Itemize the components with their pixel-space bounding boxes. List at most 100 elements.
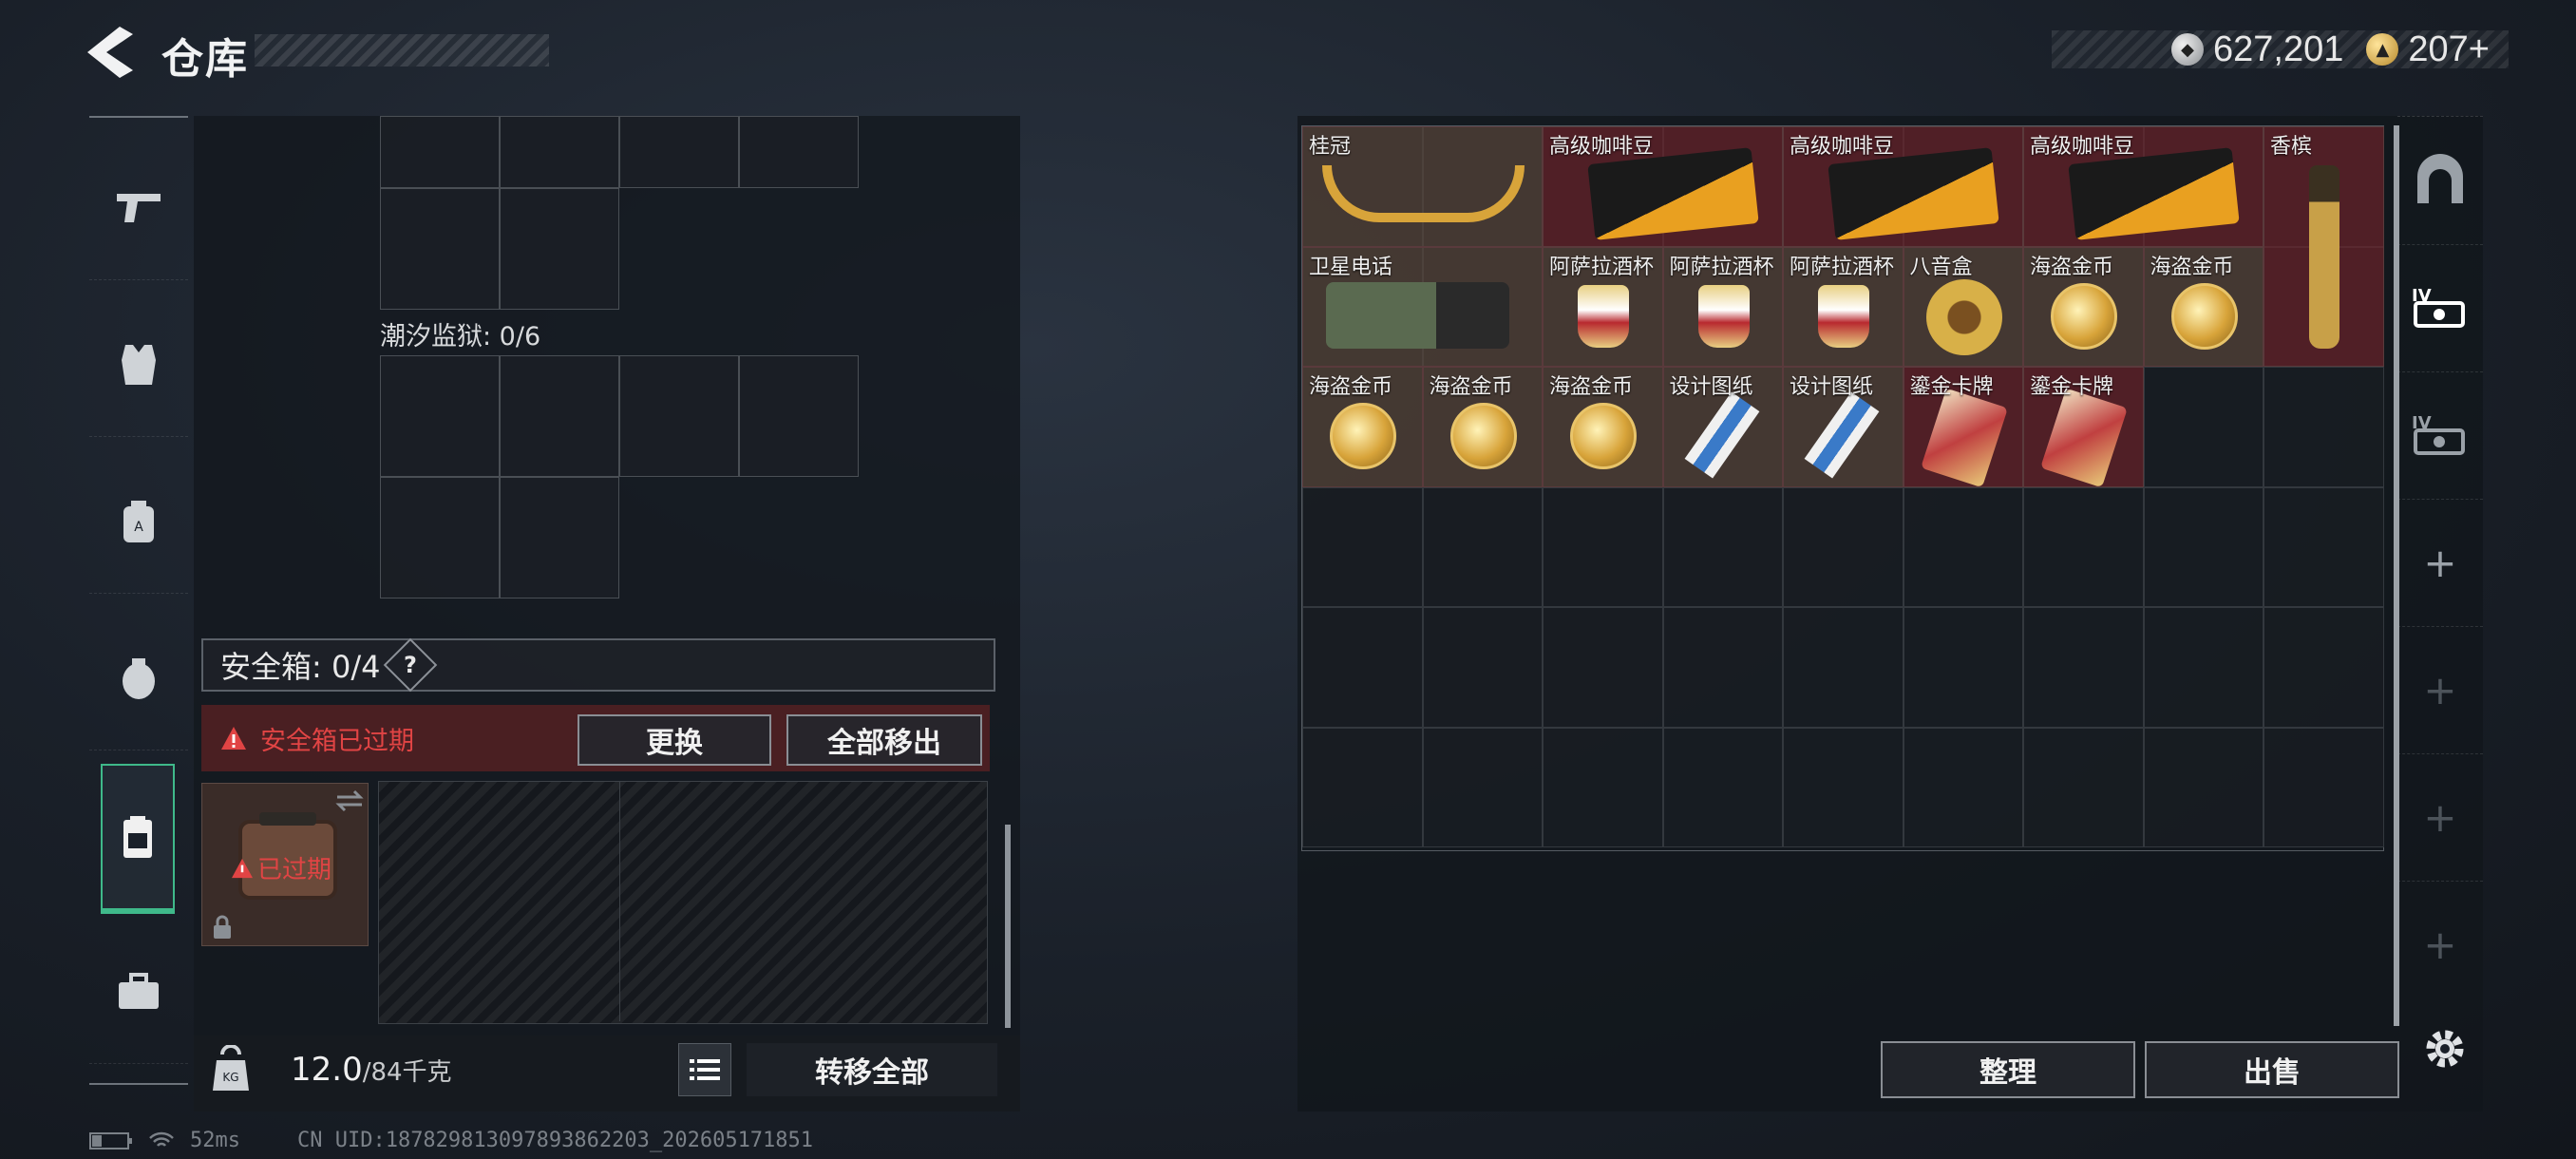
stash-item[interactable]: 卫星电话 bbox=[1302, 246, 1543, 367]
category-sidebar: A bbox=[89, 116, 188, 1085]
stash-item[interactable]: 海盗金币 bbox=[2143, 246, 2263, 367]
stash-slot[interactable] bbox=[2263, 607, 2384, 728]
gold-currency-value[interactable]: 207+ bbox=[2408, 29, 2490, 70]
gun-icon bbox=[117, 194, 161, 222]
replace-button[interactable]: 更换 bbox=[578, 714, 771, 766]
stash-item[interactable]: 海盗金币 bbox=[1543, 367, 1663, 487]
stash-slot[interactable] bbox=[2023, 607, 2144, 728]
stash-item[interactable]: 海盗金币 bbox=[1302, 367, 1423, 487]
stash-slot[interactable] bbox=[1422, 607, 1543, 728]
sell-button[interactable]: 出售 bbox=[2145, 1041, 2399, 1098]
slot[interactable] bbox=[380, 188, 500, 310]
help-button[interactable]: ? bbox=[384, 637, 438, 693]
slot[interactable] bbox=[380, 116, 500, 188]
stash-slot[interactable] bbox=[2263, 486, 2384, 607]
slot[interactable] bbox=[739, 116, 859, 188]
stash-slot[interactable] bbox=[1543, 607, 1663, 728]
stash-item[interactable]: 桂冠 bbox=[1302, 126, 1543, 247]
stash-slot[interactable] bbox=[1302, 607, 1423, 728]
stash-item[interactable]: 香槟 bbox=[2263, 126, 2384, 367]
sidebar-item-backpack[interactable] bbox=[89, 607, 188, 750]
slot[interactable] bbox=[500, 355, 619, 477]
sort-button[interactable]: 整理 bbox=[1881, 1041, 2135, 1098]
toolbox-icon bbox=[119, 973, 159, 1009]
stash-scrollbar[interactable] bbox=[2394, 125, 2399, 1026]
stash-slot[interactable] bbox=[2023, 727, 2144, 847]
add-stash-tab-button-disabled: + bbox=[2397, 626, 2483, 754]
stash-tab-2[interactable]: IV bbox=[2397, 244, 2483, 372]
stash-item[interactable]: 阿萨拉酒杯 bbox=[1783, 246, 1904, 367]
slot[interactable] bbox=[380, 477, 500, 598]
stash-slot[interactable] bbox=[1783, 727, 1904, 847]
stash-tab-3[interactable]: IV bbox=[2397, 371, 2483, 500]
list-view-button[interactable] bbox=[678, 1043, 731, 1096]
stash-item[interactable]: 高级咖啡豆 bbox=[2023, 126, 2263, 247]
sidebar-item-safe-box[interactable] bbox=[101, 764, 175, 914]
stash-item[interactable]: 高级咖啡豆 bbox=[1543, 126, 1783, 247]
stash-tab-1[interactable] bbox=[2397, 117, 2483, 245]
stash-item[interactable]: 设计图纸 bbox=[1783, 367, 1904, 487]
slot[interactable] bbox=[380, 355, 500, 477]
stash-slot[interactable] bbox=[1783, 486, 1904, 607]
sidebar-item-chest-rig[interactable]: A bbox=[89, 450, 188, 594]
stash-item[interactable]: 海盗金币 bbox=[1422, 367, 1543, 487]
safe-case-slot[interactable]: 已过期 bbox=[201, 783, 369, 946]
stash-slot[interactable] bbox=[2263, 367, 2384, 487]
stash-slot[interactable] bbox=[1662, 486, 1783, 607]
pirate-coin-image bbox=[1330, 403, 1397, 470]
stash-item[interactable]: 鎏金卡牌 bbox=[2023, 367, 2144, 487]
stash-item-name: 高级咖啡豆 bbox=[2030, 135, 2135, 159]
sidebar-item-weapons[interactable] bbox=[89, 137, 188, 280]
stash-slot[interactable] bbox=[2143, 607, 2263, 728]
swap-icon[interactable] bbox=[335, 789, 364, 812]
safe-box-slot[interactable] bbox=[379, 782, 620, 1021]
stash-item[interactable]: 高级咖啡豆 bbox=[1783, 126, 2023, 247]
stash-slot[interactable] bbox=[2263, 727, 2384, 847]
stash-slot[interactable] bbox=[1903, 607, 2023, 728]
left-scrollbar[interactable] bbox=[1005, 825, 1011, 1028]
stash-item[interactable]: 八音盒 bbox=[1903, 246, 2023, 367]
add-stash-tab-button[interactable]: + bbox=[2397, 499, 2483, 627]
sidebar-item-armor[interactable] bbox=[89, 294, 188, 437]
transfer-all-button[interactable]: 转移全部 bbox=[747, 1043, 997, 1096]
slot[interactable] bbox=[619, 355, 739, 477]
stash-item[interactable]: 设计图纸 bbox=[1662, 367, 1783, 487]
stash-slot[interactable] bbox=[1662, 727, 1783, 847]
pirate-coin-image bbox=[1570, 403, 1638, 470]
stash-slot[interactable] bbox=[1662, 607, 1783, 728]
stash-slot[interactable] bbox=[1302, 486, 1423, 607]
stash-grid[interactable]: 桂冠 高级咖啡豆 高级咖啡豆 高级咖啡豆 香槟 卫星电话 阿萨拉酒杯 阿萨拉酒杯 阿萨拉酒杯 八音… bbox=[1301, 125, 2384, 851]
container-level-4-icon: IV bbox=[2412, 286, 2465, 328]
safe-box-grid[interactable] bbox=[378, 781, 988, 1024]
stash-item-name: 海盗金币 bbox=[1549, 375, 1634, 399]
sidebar-item-toolbox[interactable] bbox=[89, 921, 188, 1064]
back-arrow-icon[interactable] bbox=[84, 25, 141, 80]
stash-item[interactable]: 阿萨拉酒杯 bbox=[1543, 246, 1663, 367]
stash-slot[interactable] bbox=[1302, 727, 1423, 847]
weight-max: /84千克 bbox=[362, 1058, 452, 1087]
stash-slot[interactable] bbox=[1543, 727, 1663, 847]
slot[interactable] bbox=[500, 477, 619, 598]
stash-slot[interactable] bbox=[2143, 486, 2263, 607]
stash-item-name: 鎏金卡牌 bbox=[2030, 375, 2114, 399]
slot[interactable] bbox=[739, 355, 859, 477]
gear-icon[interactable] bbox=[2422, 1026, 2468, 1072]
stash-slot[interactable] bbox=[1783, 607, 1904, 728]
stash-slot[interactable] bbox=[2023, 486, 2144, 607]
stash-slot[interactable] bbox=[1543, 486, 1663, 607]
stash-slot[interactable] bbox=[2143, 727, 2263, 847]
slot[interactable] bbox=[500, 116, 619, 188]
stash-slot[interactable] bbox=[1903, 727, 2023, 847]
stash-slot[interactable] bbox=[2143, 367, 2263, 487]
slot[interactable] bbox=[500, 188, 619, 310]
move-all-out-button[interactable]: 全部移出 bbox=[786, 714, 982, 766]
stash-item[interactable]: 海盗金币 bbox=[2023, 246, 2144, 367]
slot[interactable] bbox=[619, 116, 739, 188]
svg-text:A: A bbox=[134, 520, 143, 535]
stash-item[interactable]: 阿萨拉酒杯 bbox=[1662, 246, 1783, 367]
stash-slot[interactable] bbox=[1422, 727, 1543, 847]
stash-item[interactable]: 鎏金卡牌 bbox=[1903, 367, 2023, 487]
svg-text:KG: KG bbox=[222, 1071, 238, 1084]
stash-slot[interactable] bbox=[1903, 486, 2023, 607]
stash-slot[interactable] bbox=[1422, 486, 1543, 607]
